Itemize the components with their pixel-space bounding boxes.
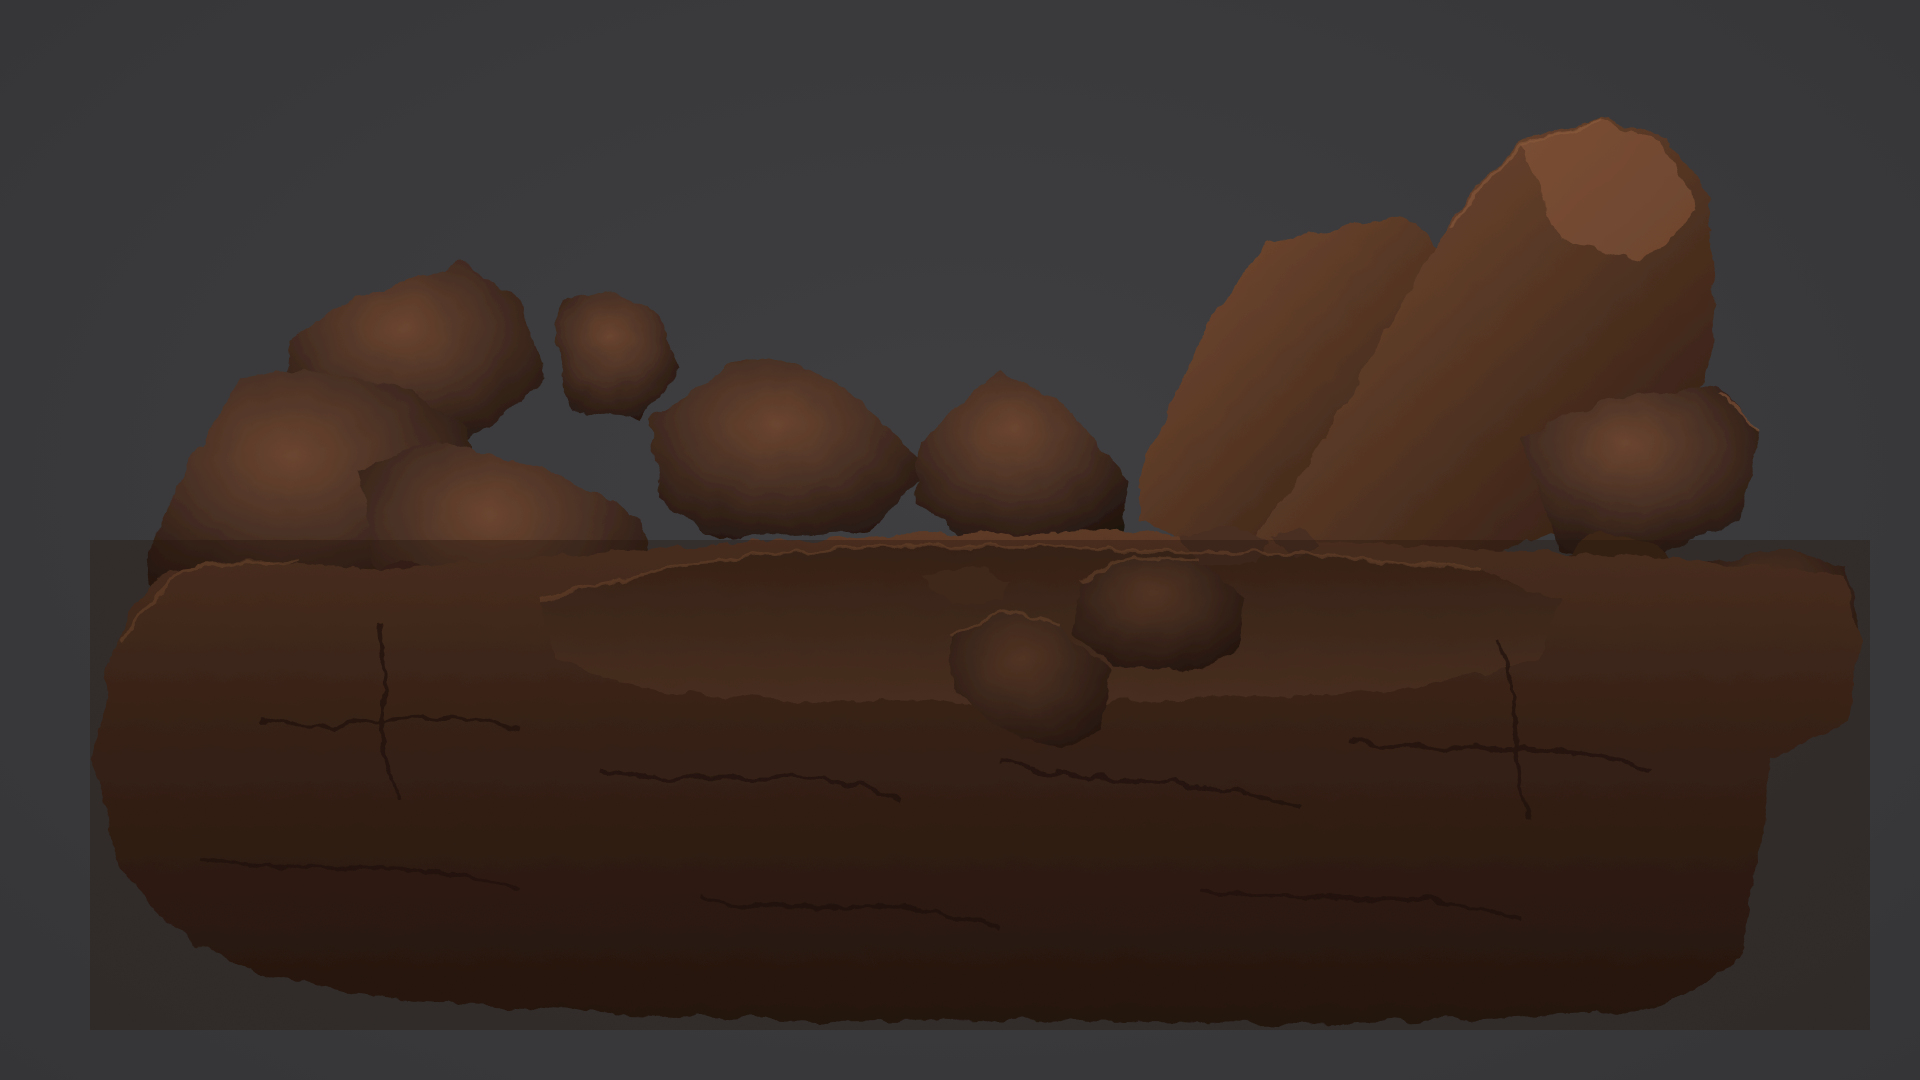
rock-back-center-small	[555, 290, 680, 420]
rock-back-center	[650, 360, 930, 540]
viewport-canvas[interactable]	[0, 0, 1920, 1080]
rock-back-center-right	[915, 370, 1130, 545]
3d-viewport[interactable]	[0, 0, 1920, 1080]
surface-grain	[90, 540, 1870, 1030]
sculpt-render	[90, 120, 1870, 1030]
